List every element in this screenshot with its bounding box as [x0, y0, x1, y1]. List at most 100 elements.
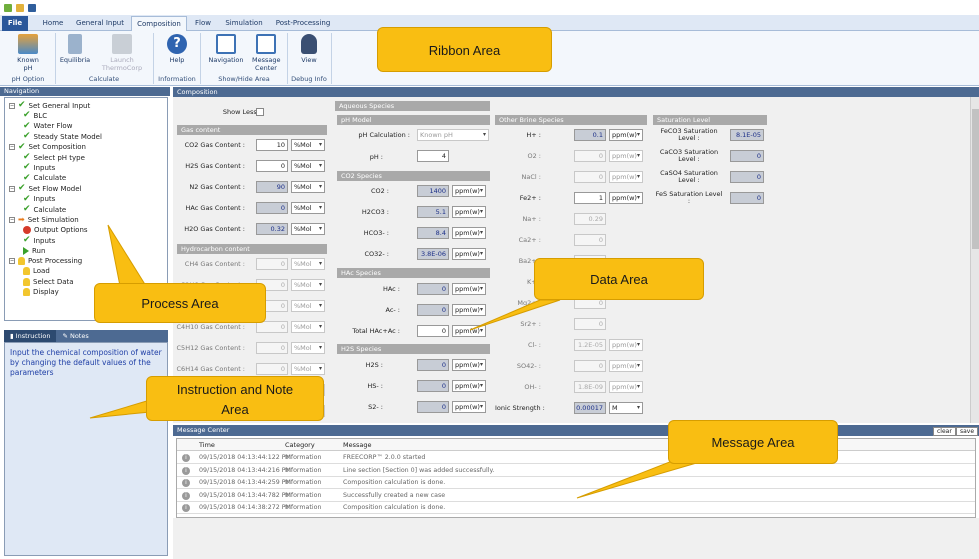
equilibria-button[interactable]: Equilibria	[58, 34, 92, 64]
field-value-input[interactable]: 0	[417, 380, 449, 392]
field-value-input[interactable]: 0	[574, 171, 606, 183]
unit-select[interactable]: %Mol	[291, 363, 325, 375]
nav-item[interactable]: − ✔ Set Flow Model	[9, 184, 82, 193]
nav-item[interactable]: Display	[23, 288, 59, 297]
unit-select[interactable]: M	[609, 402, 643, 414]
show-less-checkbox[interactable]	[256, 108, 264, 116]
unit-select[interactable]: ppm(w)	[609, 339, 643, 351]
field-value-input[interactable]: 1.8E-09	[574, 381, 606, 393]
unit-select[interactable]: ppm(w)	[609, 192, 643, 204]
tab-simulation[interactable]: Simulation	[222, 16, 266, 31]
field-value-input[interactable]: 0.32	[256, 223, 288, 235]
tab-home[interactable]: Home	[36, 16, 70, 31]
unit-select[interactable]: ppm(w)	[609, 150, 643, 162]
tab-instruction[interactable]: ▮ Instruction	[4, 330, 57, 342]
unit-select[interactable]: ppm(w)	[452, 401, 486, 413]
field-value-input[interactable]: 0.00017	[574, 402, 606, 414]
tab-file[interactable]: File	[2, 16, 28, 31]
unit-select[interactable]: %Mol	[291, 342, 325, 354]
unit-select[interactable]: %Mol	[291, 202, 325, 214]
field-value-input[interactable]: 8.4	[417, 227, 449, 239]
field-value-input[interactable]: 0	[417, 304, 449, 316]
clear-button[interactable]: clear	[933, 427, 956, 436]
field-value-input[interactable]: 0	[574, 234, 606, 246]
nav-item[interactable]: ✔ Steady State Model	[23, 132, 102, 141]
nav-item[interactable]: ✔ Calculate	[23, 173, 66, 183]
launch-thermocorp-button[interactable]: Launch ThermoCorp	[100, 34, 144, 72]
field-value-input[interactable]: 0	[256, 363, 288, 375]
unit-select[interactable]: %Mol	[291, 279, 325, 291]
ph-calculation-select[interactable]: Known pH	[417, 129, 489, 141]
nav-item[interactable]: ✔ Inputs	[23, 163, 55, 172]
field-value-input[interactable]: 0	[256, 342, 288, 354]
unit-select[interactable]: ppm(w)	[609, 171, 643, 183]
field-value-input[interactable]: 0	[256, 160, 288, 172]
open-folder-icon[interactable]	[16, 3, 24, 12]
save-icon[interactable]	[28, 3, 36, 12]
collapse-toggle-icon[interactable]: −	[9, 185, 15, 192]
field-value-input[interactable]: 0	[417, 401, 449, 413]
help-button[interactable]: ? Help	[160, 34, 194, 64]
field-value-input[interactable]: 0	[574, 318, 606, 330]
field-value-input[interactable]: 0.29	[574, 213, 606, 225]
unit-select[interactable]: ppm(w)	[452, 283, 486, 295]
message-row[interactable]: i 09/15/2018 04:14:38:272 PM Information Co…	[177, 502, 975, 514]
tab-composition[interactable]: Composition	[131, 16, 187, 32]
nav-item[interactable]: Select Data	[23, 277, 74, 286]
collapse-toggle-icon[interactable]: −	[9, 216, 15, 223]
nav-item[interactable]: ✔ Inputs	[23, 194, 55, 204]
field-value-input[interactable]: 0	[256, 202, 288, 214]
field-value-input[interactable]: 0	[574, 150, 606, 162]
unit-select[interactable]: ppm(w)	[452, 185, 486, 197]
composition-scrollbar[interactable]	[970, 97, 979, 423]
field-value-input[interactable]: 1.2E-05	[574, 339, 606, 351]
nav-item[interactable]: ✔ Calculate	[23, 205, 66, 214]
nav-item[interactable]: − Post Processing	[9, 257, 82, 265]
nav-item[interactable]: ✔ Inputs	[23, 236, 55, 245]
field-value-input[interactable]: 0	[417, 359, 449, 371]
unit-select[interactable]: ppm(w)	[452, 380, 486, 392]
new-icon[interactable]	[4, 3, 12, 12]
unit-select[interactable]: ppm(w)	[452, 304, 486, 316]
navigation-button[interactable]: Navigation	[205, 34, 247, 64]
collapse-toggle-icon[interactable]: −	[9, 144, 15, 151]
nav-item[interactable]: − ✔ Set General Input	[9, 101, 90, 110]
nav-item[interactable]: Load	[23, 267, 50, 276]
unit-select[interactable]: %Mol	[291, 160, 325, 172]
field-value-input[interactable]: 1	[574, 192, 606, 204]
nav-item[interactable]: Output Options	[23, 225, 88, 234]
tab-notes[interactable]: ✎ Notes	[56, 330, 94, 342]
unit-select[interactable]: ppm(w)	[452, 359, 486, 371]
unit-select[interactable]: ppm(w)	[609, 381, 643, 393]
message-row[interactable]: i 09/15/2018 04:13:44:782 PM Information Su…	[177, 490, 975, 502]
scrollbar-thumb[interactable]	[972, 109, 979, 249]
message-row[interactable]: i 09/15/2018 04:13:44:122 PM Information FR…	[177, 452, 975, 464]
unit-select[interactable]: %Mol	[291, 223, 325, 235]
unit-select[interactable]: ppm(w)	[452, 206, 486, 218]
unit-select[interactable]: ppm(w)	[452, 227, 486, 239]
ph-input[interactable]: 4	[417, 150, 449, 162]
field-value-input[interactable]: 3.8E-06	[417, 248, 449, 260]
tab-flow[interactable]: Flow	[189, 16, 217, 31]
unit-select[interactable]: %Mol	[291, 258, 325, 270]
field-value-input[interactable]: 1400	[417, 185, 449, 197]
collapse-toggle-icon[interactable]: −	[9, 102, 15, 109]
unit-select[interactable]: %Mol	[291, 139, 325, 151]
nav-item[interactable]: Run	[23, 246, 45, 255]
nav-item[interactable]: − ➡ Set Simulation	[9, 215, 79, 224]
message-row[interactable]: i 09/15/2018 04:13:44:216 PM Information Li…	[177, 465, 975, 477]
field-value-input[interactable]: 90	[256, 181, 288, 193]
tab-general-input[interactable]: General Input	[72, 16, 128, 31]
unit-select[interactable]: ppm(w)	[609, 360, 643, 372]
nav-item[interactable]: ✔ Select pH type	[23, 153, 85, 162]
tab-post-processing[interactable]: Post-Processing	[272, 16, 334, 31]
field-value-input[interactable]: 5.1	[417, 206, 449, 218]
unit-select[interactable]: ppm(w)	[452, 325, 486, 337]
unit-select[interactable]: %Mol	[291, 181, 325, 193]
message-row[interactable]: i 09/15/2018 04:13:44:259 PM Information Co…	[177, 477, 975, 489]
view-debug-button[interactable]: View	[292, 34, 326, 64]
field-value-input[interactable]: 0	[574, 360, 606, 372]
nav-item[interactable]: − ✔ Set Composition	[9, 142, 86, 152]
field-value-input[interactable]: 10	[256, 139, 288, 151]
unit-select[interactable]: %Mol	[291, 300, 325, 312]
